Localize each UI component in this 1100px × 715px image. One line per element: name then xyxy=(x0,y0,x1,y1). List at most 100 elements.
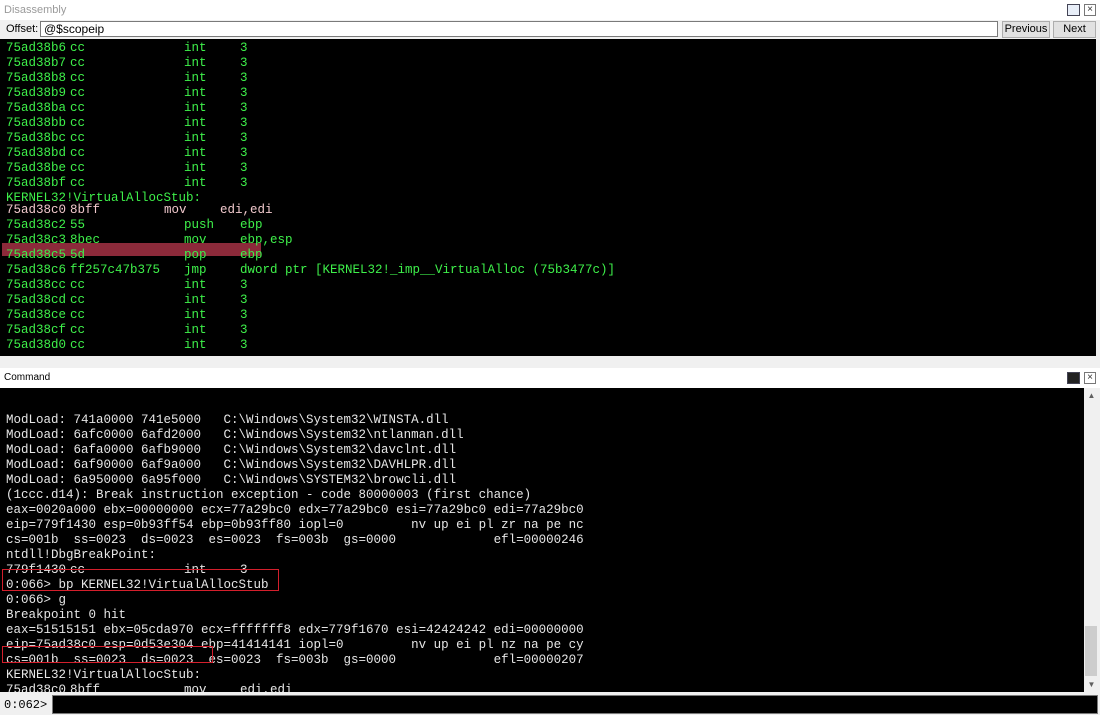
instruction-operands: 3 xyxy=(240,293,248,307)
offset-input[interactable] xyxy=(40,21,998,37)
instruction-operands: 3 xyxy=(240,146,248,160)
instruction-operands: 3 xyxy=(240,56,248,70)
instruction-bytes: cc xyxy=(70,56,86,70)
command-scrollbar[interactable]: ▲ ▼ xyxy=(1084,388,1099,692)
instruction-bytes: cc xyxy=(70,293,86,307)
final-instruction-line: 75ad38c0 8bff mov edi,edi xyxy=(6,683,293,692)
scroll-up-icon[interactable]: ▲ xyxy=(1084,388,1099,403)
command-window: Command × ModLoad: 741a0000 741e5000 C:\… xyxy=(0,368,1100,715)
symbol-highlight-box xyxy=(2,646,213,663)
command-output-line: ModLoad: 741a0000 741e5000 C:\Windows\Sy… xyxy=(6,413,449,427)
instruction-bytes: cc xyxy=(70,101,86,115)
instruction-address: 75ad38c2 xyxy=(6,218,67,232)
final-address: 75ad38c0 xyxy=(6,683,67,692)
command-output-line: eax=0020a000 ebx=00000000 ecx=77a29bc0 e… xyxy=(6,503,584,517)
instruction-address: 75ad38c5 xyxy=(6,248,67,262)
command-input[interactable] xyxy=(52,695,1098,714)
instruction-address: 75ad38b7 xyxy=(6,56,67,70)
command-output-line: eax=51515151 ebx=05cda970 ecx=fffffff8 e… xyxy=(6,623,584,637)
instruction-address: 75ad38b9 xyxy=(6,86,67,100)
instruction-bytes: 8bff xyxy=(70,203,101,217)
instruction-operands: 3 xyxy=(240,278,248,292)
instruction-mnemonic: int xyxy=(184,278,207,292)
instruction-operands: ebp,esp xyxy=(240,233,293,247)
instruction-mnemonic: int xyxy=(184,131,207,145)
instruction-mnemonic: int xyxy=(184,293,207,307)
instruction-mnemonic: mov xyxy=(184,233,207,247)
instruction-mnemonic: int xyxy=(184,161,207,175)
instruction-bytes: cc xyxy=(70,71,86,85)
command-output-line: ntdll!DbgBreakPoint: xyxy=(6,548,157,562)
instruction-address: 75ad38bd xyxy=(6,146,67,160)
instruction-bytes: cc xyxy=(70,86,86,100)
instruction-bytes: cc xyxy=(70,131,86,145)
disassembly-window: Disassembly × Offset: Previous Next 75ad… xyxy=(0,0,1100,358)
scrollbar-thumb[interactable] xyxy=(1085,626,1097,676)
disassembly-pane[interactable]: 75ad38b6 cc int 3 75ad38b7 cc int 3 75ad38b8 cc in… xyxy=(0,39,1096,356)
instruction-bytes: cc xyxy=(70,323,86,337)
instruction-mnemonic: pop xyxy=(184,248,207,262)
current-instruction[interactable]: 75ad38c0 8bff mov edi,edi xyxy=(6,203,273,218)
instruction-bytes: 8bec xyxy=(70,233,101,247)
instruction-operands: 3 xyxy=(240,308,248,322)
previous-button[interactable]: Previous xyxy=(1002,21,1050,38)
instruction-bytes: 5d xyxy=(70,248,86,262)
final-bytes: 8bff xyxy=(70,683,101,692)
instruction-mnemonic: int xyxy=(184,56,207,70)
instruction-address: 75ad38cf xyxy=(6,323,67,337)
disassembly-titlebar: Disassembly × xyxy=(0,0,1100,20)
instruction-mnemonic: push xyxy=(184,218,215,232)
command-prompt-icon[interactable] xyxy=(1067,372,1080,384)
final-operands: edi,edi xyxy=(240,683,293,692)
command-output-line: 0:066> g xyxy=(6,593,67,607)
instruction-operands: edi,edi xyxy=(220,203,273,217)
instruction-bytes: 55 xyxy=(70,218,86,232)
instruction-address: 75ad38b8 xyxy=(6,71,67,85)
prompt-label: 0:062> xyxy=(4,698,48,712)
instruction-operands: 3 xyxy=(240,101,248,115)
command-output-pane[interactable]: ModLoad: 741a0000 741e5000 C:\Windows\Sy… xyxy=(0,388,1084,692)
close-icon[interactable]: × xyxy=(1084,372,1096,384)
instruction-address: 75ad38d0 xyxy=(6,338,67,352)
instruction-operands: 3 xyxy=(240,41,248,55)
instruction-operands: 3 xyxy=(240,161,248,175)
instruction-bytes: cc xyxy=(70,116,86,130)
instruction-address: 75ad38be xyxy=(6,161,67,175)
instruction-operands: ebp xyxy=(240,218,263,232)
command-output-line: Breakpoint 0 hit xyxy=(6,608,127,622)
instruction-address: 75ad38cc xyxy=(6,278,67,292)
instruction-operands: 3 xyxy=(240,71,248,85)
command-output-line: ModLoad: 6af90000 6af9a000 C:\Windows\Sy… xyxy=(6,458,457,472)
window-layout-icon[interactable] xyxy=(1067,4,1080,16)
command-prompt-bar: 0:062> xyxy=(0,694,1100,715)
breakpoint-command-highlight-box xyxy=(2,569,279,591)
instruction-mnemonic: int xyxy=(184,116,207,130)
instruction-address: 75ad38ce xyxy=(6,308,67,322)
disassembly-title: Disassembly xyxy=(4,4,67,16)
instruction-mnemonic: mov xyxy=(164,203,187,217)
instruction-address: 75ad38c3 xyxy=(6,233,67,247)
final-mnemonic: mov xyxy=(184,683,207,692)
instruction-mnemonic: int xyxy=(184,71,207,85)
next-button[interactable]: Next xyxy=(1053,21,1096,38)
instruction-address: 75ad38bf xyxy=(6,176,67,190)
offset-bar: Offset: Previous Next xyxy=(0,20,1100,39)
instruction-address: 75ad38b6 xyxy=(6,41,67,55)
close-icon[interactable]: × xyxy=(1084,4,1096,16)
command-titlebar: Command × xyxy=(0,368,1100,388)
command-output-line: ModLoad: 6afc0000 6afd2000 C:\Windows\Sy… xyxy=(6,428,464,442)
instruction-address: 75ad38bc xyxy=(6,131,67,145)
instruction-address: 75ad38bb xyxy=(6,116,67,130)
instruction-address: 75ad38c6 xyxy=(6,263,67,277)
scroll-down-icon[interactable]: ▼ xyxy=(1084,677,1099,692)
instruction-mnemonic: jmp xyxy=(184,263,207,277)
instruction-address: 75ad38ba xyxy=(6,101,67,115)
instruction-operands: ebp xyxy=(240,248,263,262)
instruction-bytes: cc xyxy=(70,278,86,292)
window-separator[interactable] xyxy=(0,358,1100,368)
instruction-mnemonic: int xyxy=(184,41,207,55)
instruction-operands: 3 xyxy=(240,338,248,352)
instruction-bytes: ff257c47b375 xyxy=(70,263,161,277)
instruction-mnemonic: int xyxy=(184,338,207,352)
command-output-line: eip=779f1430 esp=0b93ff54 ebp=0b93ff80 i… xyxy=(6,518,584,532)
